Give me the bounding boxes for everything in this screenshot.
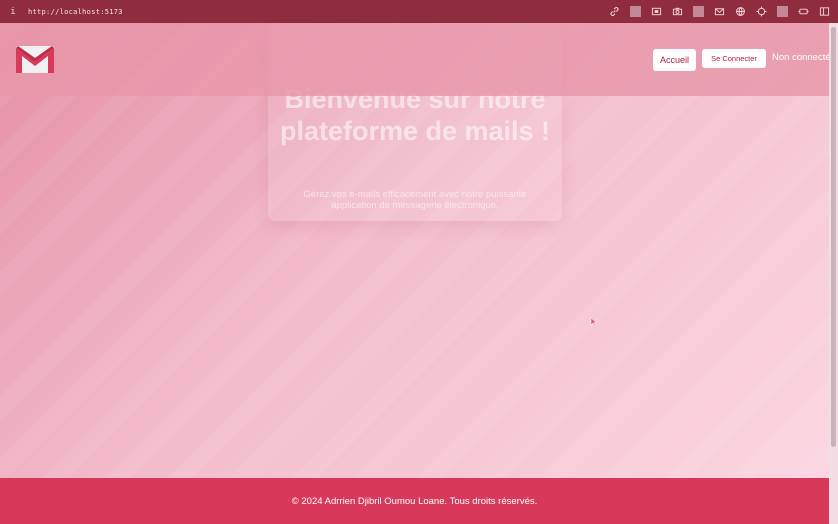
crosshair-icon[interactable]	[756, 6, 767, 17]
browser-actions	[609, 6, 830, 17]
address-bar[interactable]: http://localhost:5173	[28, 8, 123, 16]
toolbar-divider	[630, 6, 641, 17]
toolbar-divider	[693, 6, 704, 17]
site-header: Accueil Se Connecter Non connecté	[0, 23, 829, 96]
mail-icon[interactable]	[714, 6, 725, 17]
link-icon[interactable]	[609, 6, 620, 17]
hero-subtitle: Gérez vos e-mails efficacement avec notr…	[303, 189, 527, 211]
scrollbar-track-bottom	[829, 478, 838, 524]
page-viewport: Bienvenue sur notre plateforme de mails …	[0, 23, 829, 478]
site-footer: © 2024 Adrrien Djibril Oumou Loane. Tous…	[0, 478, 829, 524]
browser-toolbar: i http://localhost:5173	[0, 0, 838, 23]
info-icon[interactable]: i	[8, 7, 18, 17]
footer-copyright: © 2024 Adrrien Djibril Oumou Loane. Tous…	[291, 495, 538, 507]
camera-icon[interactable]	[672, 6, 683, 17]
screenshot-icon[interactable]	[651, 6, 662, 17]
scrollbar-thumb[interactable]	[831, 27, 836, 447]
connection-status: Non connecté	[772, 52, 829, 63]
login-button[interactable]: Se Connecter	[702, 49, 766, 68]
globe-icon[interactable]	[735, 6, 746, 17]
extension-icon[interactable]	[798, 6, 809, 17]
mouse-cursor-icon	[590, 317, 598, 327]
toolbar-divider	[777, 6, 788, 17]
sidebar-icon[interactable]	[819, 6, 830, 17]
mail-logo-icon[interactable]	[14, 43, 56, 75]
nav-home-button[interactable]: Accueil	[653, 49, 696, 71]
